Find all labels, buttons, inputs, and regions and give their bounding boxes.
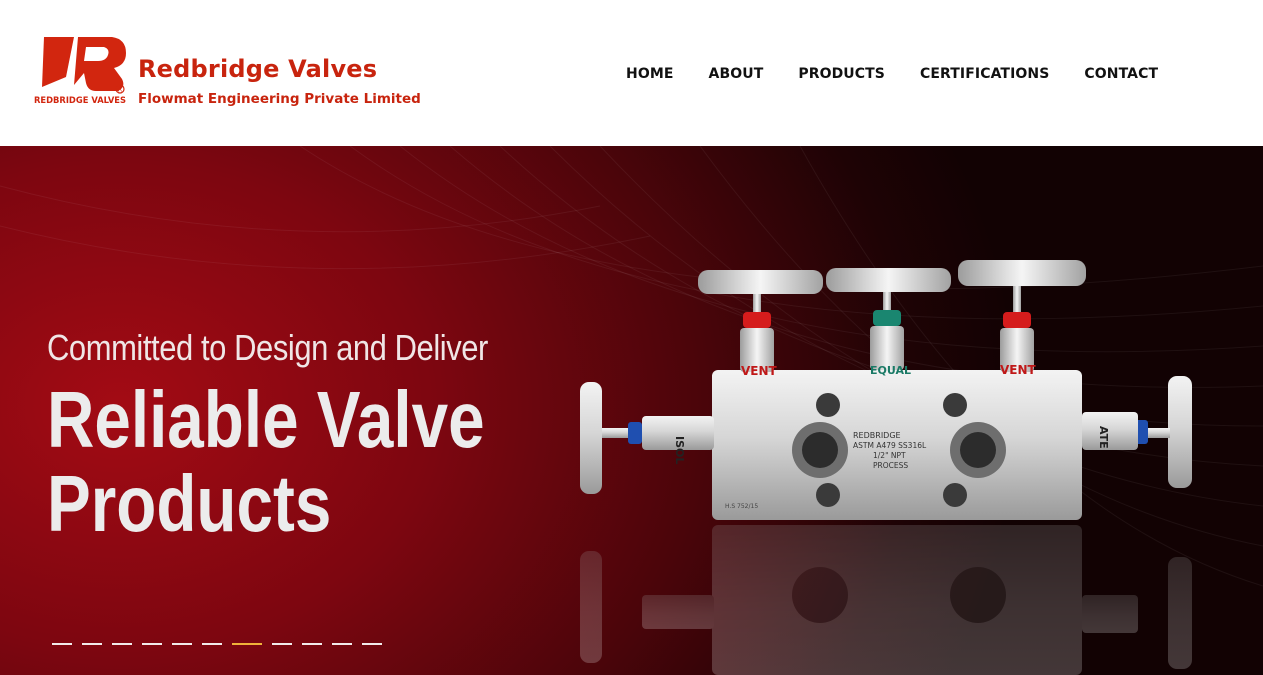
isolate-valve-right: ATE: [1082, 376, 1192, 488]
svg-text:ATE: ATE: [1097, 426, 1110, 449]
slider-dot[interactable]: [52, 643, 72, 645]
hero-headline-line1: Reliable Valve: [47, 375, 485, 464]
slider-dot[interactable]: [202, 643, 222, 645]
equal-valve-center: EQUAL: [826, 268, 951, 377]
nav-products[interactable]: PRODUCTS: [798, 64, 885, 84]
slider-dot[interactable]: [142, 643, 162, 645]
slider-dot[interactable]: [232, 643, 262, 645]
vent-valve-right: VENT: [958, 260, 1086, 377]
svg-text:ASTM A479 SS316L: ASTM A479 SS316L: [853, 441, 927, 450]
slider-dot[interactable]: [362, 643, 382, 645]
nav-about[interactable]: ABOUT: [709, 64, 764, 84]
hero-tagline: Committed to Design and Deliver: [47, 327, 488, 368]
slider-dot[interactable]: [302, 643, 322, 645]
redbridge-logo[interactable]: R REDBRIDGE VALVES: [34, 33, 128, 107]
brand-subtitle: Flowmat Engineering Private Limited: [138, 91, 421, 107]
svg-text:VENT: VENT: [741, 364, 778, 378]
svg-text:H.S 752/15: H.S 752/15: [725, 503, 758, 510]
brand-title: Redbridge Valves: [138, 55, 378, 83]
nav-contact[interactable]: CONTACT: [1084, 64, 1158, 84]
svg-text:ISOL: ISOL: [673, 436, 686, 464]
hero-headline-line2: Products: [47, 459, 332, 548]
slider-dot[interactable]: [112, 643, 132, 645]
logo-caption: REDBRIDGE VALVES: [34, 95, 126, 106]
site-header: R REDBRIDGE VALVES Redbridge Valves Flow…: [0, 0, 1263, 146]
brand-block: Redbridge Valves Flowmat Engineering Pri…: [138, 54, 421, 108]
isolate-valve-left: ISOL: [580, 382, 714, 494]
slider-dot[interactable]: [172, 643, 192, 645]
svg-text:REDBRIDGE: REDBRIDGE: [853, 431, 901, 440]
hero-headline: Reliable Valve Products: [47, 378, 485, 546]
svg-text:VENT: VENT: [1000, 363, 1037, 377]
nav-home[interactable]: HOME: [626, 64, 674, 84]
slider-dot[interactable]: [272, 643, 292, 645]
svg-text:1/2" NPT: 1/2" NPT: [873, 451, 906, 460]
svg-text:EQUAL: EQUAL: [870, 364, 911, 377]
nav-certifications[interactable]: CERTIFICATIONS: [920, 64, 1049, 84]
svg-text:PROCESS: PROCESS: [873, 461, 908, 470]
valve-manifold-image: REDBRIDGE ASTM A479 SS316L 1/2" NPT PROC…: [580, 260, 1192, 675]
main-nav: HOME ABOUT PRODUCTS CERTIFICATIONS CONTA…: [626, 64, 1158, 84]
vent-valve-left: VENT: [698, 270, 823, 378]
slider-pagination: [52, 643, 382, 645]
svg-text:R: R: [118, 87, 122, 94]
slider-dot[interactable]: [82, 643, 102, 645]
slider-dot[interactable]: [332, 643, 352, 645]
